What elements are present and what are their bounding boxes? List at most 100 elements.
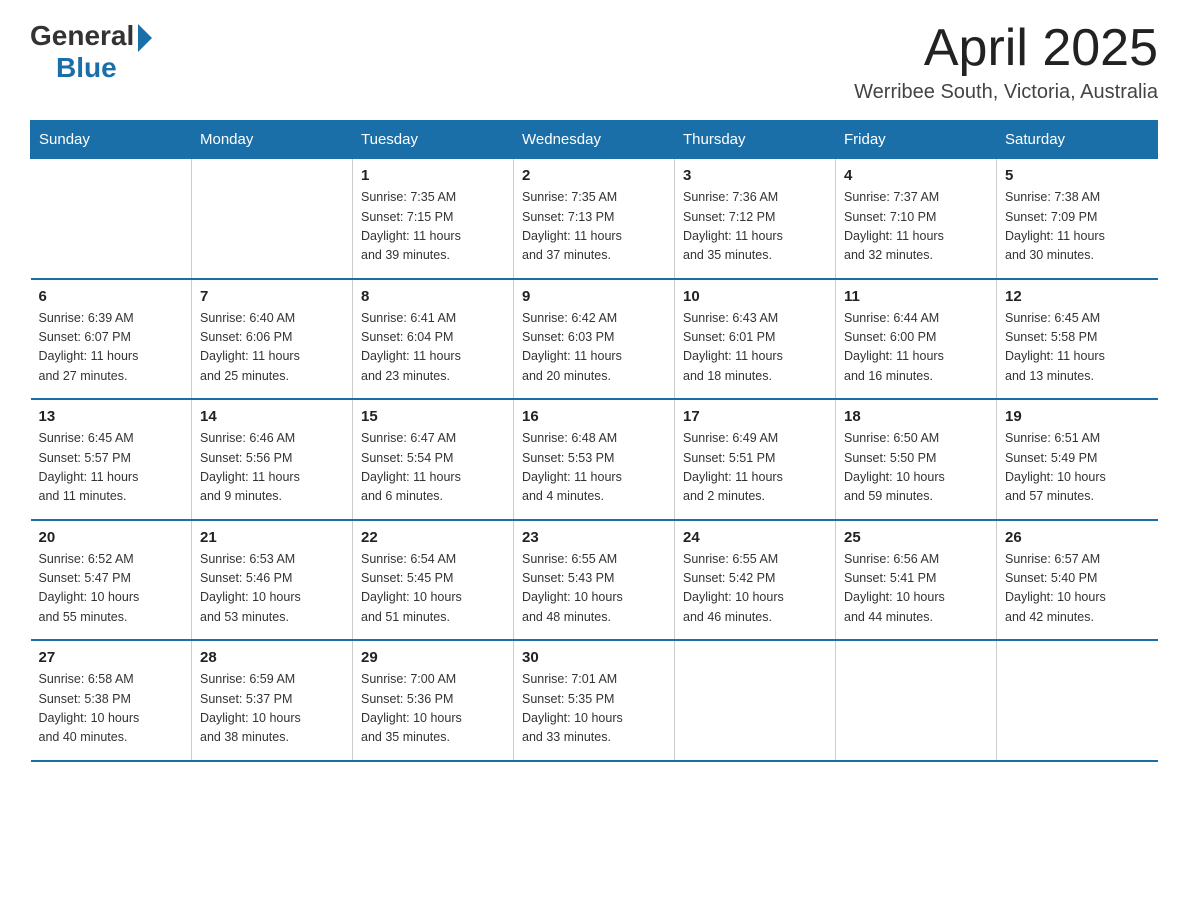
day-info: Sunrise: 6:50 AM Sunset: 5:50 PM Dayligh… [844,429,988,507]
day-number: 29 [361,649,505,666]
calendar-week-4: 20 Sunrise: 6:52 AM Sunset: 5:47 PM Dayli… [31,520,1158,641]
header-monday: Monday [192,121,353,159]
day-info: Sunrise: 6:48 AM Sunset: 5:53 PM Dayligh… [522,429,666,507]
day-info: Sunrise: 6:53 AM Sunset: 5:46 PM Dayligh… [200,550,344,628]
calendar-cell: 15 Sunrise: 6:47 AM Sunset: 5:54 PM Dayli… [353,399,514,520]
calendar-cell [192,159,353,279]
day-info: Sunrise: 6:56 AM Sunset: 5:41 PM Dayligh… [844,550,988,628]
calendar-cell: 17 Sunrise: 6:49 AM Sunset: 5:51 PM Dayli… [675,399,836,520]
day-info: Sunrise: 6:39 AM Sunset: 6:07 PM Dayligh… [39,309,184,387]
logo-general-text: General [30,20,134,52]
calendar-cell: 23 Sunrise: 6:55 AM Sunset: 5:43 PM Dayli… [514,520,675,641]
day-number: 5 [1005,167,1150,184]
day-info: Sunrise: 6:45 AM Sunset: 5:57 PM Dayligh… [39,429,184,507]
calendar-table: SundayMondayTuesdayWednesdayThursdayFrid… [30,120,1158,762]
day-number: 15 [361,408,505,425]
calendar-cell [836,640,997,761]
logo-arrow-icon [138,24,152,52]
calendar-cell: 26 Sunrise: 6:57 AM Sunset: 5:40 PM Dayli… [997,520,1158,641]
day-info: Sunrise: 6:55 AM Sunset: 5:43 PM Dayligh… [522,550,666,628]
logo: General Blue [30,20,152,84]
calendar-week-1: 1 Sunrise: 7:35 AM Sunset: 7:15 PM Daylig… [31,159,1158,279]
calendar-cell: 19Sunrise: 6:51 AM Sunset: 5:49 PM Dayli… [997,399,1158,520]
calendar-cell: 25Sunrise: 6:56 AM Sunset: 5:41 PM Dayli… [836,520,997,641]
calendar-cell: 5 Sunrise: 7:38 AM Sunset: 7:09 PM Daylig… [997,159,1158,279]
calendar-week-5: 27Sunrise: 6:58 AM Sunset: 5:38 PM Dayli… [31,640,1158,761]
month-title: April 2025 [854,20,1158,77]
day-info: Sunrise: 6:45 AM Sunset: 5:58 PM Dayligh… [1005,309,1150,387]
day-info: Sunrise: 6:42 AM Sunset: 6:03 PM Dayligh… [522,309,666,387]
calendar-cell: 22Sunrise: 6:54 AM Sunset: 5:45 PM Dayli… [353,520,514,641]
calendar-week-3: 13 Sunrise: 6:45 AM Sunset: 5:57 PM Dayli… [31,399,1158,520]
header-tuesday: Tuesday [353,121,514,159]
calendar-cell: 11Sunrise: 6:44 AM Sunset: 6:00 PM Dayli… [836,279,997,400]
day-number: 28 [200,649,344,666]
calendar-cell: 3 Sunrise: 7:36 AM Sunset: 7:12 PM Daylig… [675,159,836,279]
day-info: Sunrise: 6:40 AM Sunset: 6:06 PM Dayligh… [200,309,344,387]
calendar-week-2: 6 Sunrise: 6:39 AM Sunset: 6:07 PM Daylig… [31,279,1158,400]
day-info: Sunrise: 7:00 AM Sunset: 5:36 PM Dayligh… [361,670,505,748]
day-number: 12 [1005,288,1150,305]
calendar-cell [997,640,1158,761]
day-info: Sunrise: 6:57 AM Sunset: 5:40 PM Dayligh… [1005,550,1150,628]
day-number: 2 [522,167,666,184]
calendar-cell: 4 Sunrise: 7:37 AM Sunset: 7:10 PM Daylig… [836,159,997,279]
day-number: 27 [39,649,184,666]
calendar-cell [675,640,836,761]
calendar-cell: 13 Sunrise: 6:45 AM Sunset: 5:57 PM Dayli… [31,399,192,520]
day-number: 24 [683,529,827,546]
day-number: 13 [39,408,184,425]
day-info: Sunrise: 7:37 AM Sunset: 7:10 PM Dayligh… [844,188,988,266]
day-number: 17 [683,408,827,425]
day-number: 6 [39,288,184,305]
day-number: 14 [200,408,344,425]
calendar-cell: 20 Sunrise: 6:52 AM Sunset: 5:47 PM Dayli… [31,520,192,641]
location-text: Werribee South, Victoria, Australia [854,81,1158,104]
calendar-cell: 1 Sunrise: 7:35 AM Sunset: 7:15 PM Daylig… [353,159,514,279]
day-info: Sunrise: 7:36 AM Sunset: 7:12 PM Dayligh… [683,188,827,266]
day-number: 7 [200,288,344,305]
day-info: Sunrise: 6:43 AM Sunset: 6:01 PM Dayligh… [683,309,827,387]
day-number: 30 [522,649,666,666]
calendar-header-row: SundayMondayTuesdayWednesdayThursdayFrid… [31,121,1158,159]
day-info: Sunrise: 7:01 AM Sunset: 5:35 PM Dayligh… [522,670,666,748]
day-info: Sunrise: 6:41 AM Sunset: 6:04 PM Dayligh… [361,309,505,387]
day-number: 26 [1005,529,1150,546]
day-info: Sunrise: 6:47 AM Sunset: 5:54 PM Dayligh… [361,429,505,507]
day-number: 3 [683,167,827,184]
calendar-cell: 28Sunrise: 6:59 AM Sunset: 5:37 PM Dayli… [192,640,353,761]
day-number: 22 [361,529,505,546]
day-info: Sunrise: 6:52 AM Sunset: 5:47 PM Dayligh… [39,550,184,628]
day-number: 23 [522,529,666,546]
calendar-cell [31,159,192,279]
header-thursday: Thursday [675,121,836,159]
calendar-cell: 10 Sunrise: 6:43 AM Sunset: 6:01 PM Dayli… [675,279,836,400]
calendar-cell: 6 Sunrise: 6:39 AM Sunset: 6:07 PM Daylig… [31,279,192,400]
day-number: 10 [683,288,827,305]
day-number: 4 [844,167,988,184]
calendar-cell: 12 Sunrise: 6:45 AM Sunset: 5:58 PM Dayli… [997,279,1158,400]
day-info: Sunrise: 7:35 AM Sunset: 7:15 PM Dayligh… [361,188,505,266]
calendar-cell: 7 Sunrise: 6:40 AM Sunset: 6:06 PM Daylig… [192,279,353,400]
calendar-cell: 8Sunrise: 6:41 AM Sunset: 6:04 PM Daylig… [353,279,514,400]
calendar-cell: 21Sunrise: 6:53 AM Sunset: 5:46 PM Dayli… [192,520,353,641]
day-info: Sunrise: 7:38 AM Sunset: 7:09 PM Dayligh… [1005,188,1150,266]
day-number: 20 [39,529,184,546]
day-info: Sunrise: 7:35 AM Sunset: 7:13 PM Dayligh… [522,188,666,266]
day-number: 1 [361,167,505,184]
page-header: General Blue April 2025 Werribee South, … [30,20,1158,104]
calendar-cell: 9 Sunrise: 6:42 AM Sunset: 6:03 PM Daylig… [514,279,675,400]
header-friday: Friday [836,121,997,159]
day-number: 11 [844,288,988,305]
calendar-cell: 30 Sunrise: 7:01 AM Sunset: 5:35 PM Dayli… [514,640,675,761]
day-info: Sunrise: 6:49 AM Sunset: 5:51 PM Dayligh… [683,429,827,507]
header-saturday: Saturday [997,121,1158,159]
logo-blue-text: Blue [56,52,117,84]
day-info: Sunrise: 6:46 AM Sunset: 5:56 PM Dayligh… [200,429,344,507]
day-number: 18 [844,408,988,425]
day-info: Sunrise: 6:55 AM Sunset: 5:42 PM Dayligh… [683,550,827,628]
day-number: 19 [1005,408,1150,425]
calendar-cell: 2 Sunrise: 7:35 AM Sunset: 7:13 PM Daylig… [514,159,675,279]
calendar-cell: 14 Sunrise: 6:46 AM Sunset: 5:56 PM Dayli… [192,399,353,520]
day-number: 9 [522,288,666,305]
